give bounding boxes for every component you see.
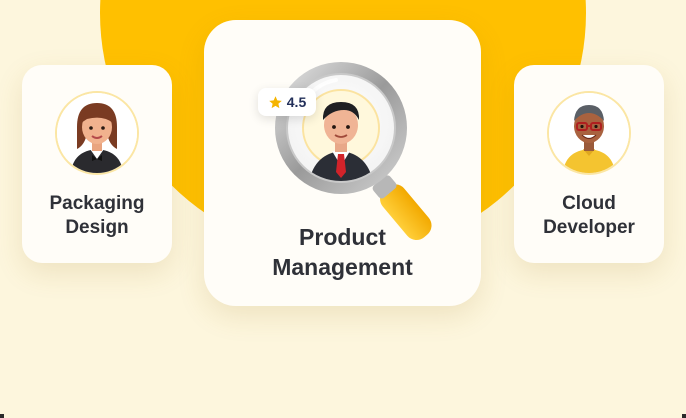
rating-value: 4.5	[286, 94, 307, 110]
role-card-packaging-design[interactable]: Packaging Design	[22, 65, 172, 263]
role-title: Cloud Developer	[514, 192, 664, 240]
role-title: Product Management	[204, 222, 481, 282]
star-icon	[269, 95, 282, 108]
role-card-cloud-developer[interactable]: Cloud Developer	[514, 65, 664, 263]
man-with-glasses-avatar-icon	[547, 91, 631, 175]
role-title-line1: Product	[299, 224, 386, 250]
role-title-line1: Cloud	[562, 193, 616, 214]
role-title-line2: Design	[65, 217, 129, 238]
role-title-line1: Packaging	[49, 193, 145, 214]
role-title-line2: Developer	[543, 217, 635, 238]
corner-mark	[0, 414, 4, 418]
role-title-line2: Management	[272, 254, 413, 280]
rating-badge: 4.5	[258, 88, 316, 116]
magnifying-glass-icon	[275, 62, 432, 241]
role-title: Packaging Design	[22, 192, 172, 240]
woman-avatar-icon	[55, 91, 139, 175]
role-card-product-management[interactable]: 4.5 Product Management	[204, 20, 481, 306]
corner-mark	[682, 414, 686, 418]
hero-illustration: Packaging Design Cloud Developer 4.5 Pro…	[0, 0, 686, 418]
